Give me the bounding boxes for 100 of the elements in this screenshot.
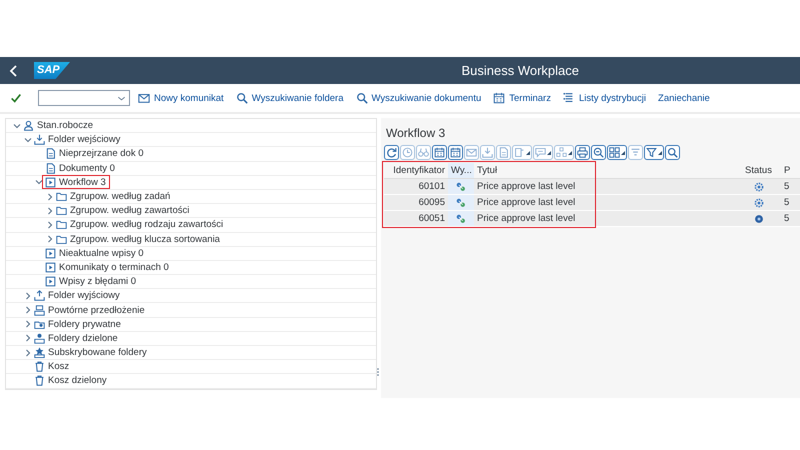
chevron-right-icon[interactable] [23, 333, 33, 344]
table-cell-text: 5 [783, 196, 790, 210]
play-square-icon [45, 248, 56, 259]
table-cell-text: 60051 [418, 212, 446, 226]
search-icon [356, 92, 368, 104]
workflow-icon [456, 182, 466, 192]
toolbar-button[interactable]: Listy dystrybucji [562, 92, 646, 104]
toolbar-button[interactable] [448, 145, 463, 160]
refresh-icon [386, 147, 397, 158]
status-dot-icon [754, 214, 764, 224]
toolbar-button[interactable] [575, 145, 590, 160]
window-title: Business Workplace [461, 63, 579, 78]
tree-item[interactable]: Subskrybowane foldery [48, 347, 147, 358]
command-field[interactable] [38, 90, 130, 106]
search-icon [236, 92, 248, 104]
folder-icon [56, 219, 67, 230]
document-icon [45, 148, 56, 160]
person-box-icon [34, 332, 45, 344]
tree-item[interactable]: Dokumenty 0 [59, 162, 115, 174]
dropdown-triangle-icon [568, 150, 572, 154]
calendar-icon [450, 147, 461, 158]
toolbar-button[interactable] [644, 145, 664, 160]
tree-item[interactable]: Foldery dzielone [48, 332, 118, 344]
toolbar-button[interactable] [432, 145, 447, 160]
tray-down-icon [482, 147, 493, 158]
grid-icon [609, 147, 620, 158]
column-header[interactable]: Tytuł [474, 163, 736, 178]
tree-item[interactable]: Zgrupow. według klucza sortowania [70, 234, 220, 245]
trash-icon [34, 375, 45, 386]
tree-item[interactable]: Nieaktualne wpisy 0 [59, 248, 144, 259]
tree-item[interactable]: Kosz [48, 361, 70, 372]
toolbar-button[interactable] [607, 145, 627, 160]
tree-item[interactable]: Zgrupow. według zadań [70, 191, 170, 202]
person-icon [23, 120, 34, 132]
dropdown-triangle-icon [658, 150, 662, 154]
zoom-icon [593, 147, 604, 158]
stacked-boxes-icon [34, 304, 45, 316]
tree-item[interactable]: Komunikaty o terminach 0 [59, 262, 169, 273]
tree-item[interactable]: Powtórne przedłożenie [48, 304, 145, 316]
tray-up-icon [34, 290, 45, 302]
column-header[interactable]: Wy... [448, 163, 474, 178]
toolbar-button[interactable]: Nowy komunikat [138, 92, 224, 104]
column-header[interactable]: P [781, 163, 800, 178]
column-header[interactable]: Status [736, 163, 781, 178]
splitter-handle[interactable] [377, 368, 379, 376]
folder-icon [56, 234, 67, 245]
tree-item[interactable]: Folder wyjściowy [48, 290, 120, 302]
envelope-icon [466, 147, 477, 158]
sum-icon [630, 147, 641, 158]
chevron-right-icon[interactable] [23, 348, 33, 358]
tree-item[interactable]: Nieprzejrzane dok 0 [59, 148, 144, 160]
toolbar-button[interactable]: Wyszukiwanie foldera [236, 92, 344, 104]
binoculars-icon [418, 147, 429, 158]
envelope-icon [138, 92, 150, 104]
chevron-right-icon[interactable] [45, 206, 55, 216]
toolbar-button[interactable]: Wyszukiwanie dokumentu [356, 92, 482, 104]
table-cell-text: 5 [783, 180, 790, 194]
table-cell-text: Price approve last level [476, 196, 576, 210]
tree-item[interactable]: Workflow 3 [59, 176, 106, 188]
chevron-right-icon[interactable] [23, 290, 33, 301]
star-icon [34, 347, 45, 358]
tree-item[interactable]: Zgrupow. według zawartości [70, 205, 190, 216]
dropdown-triangle-icon [526, 150, 530, 154]
trash-icon [34, 361, 45, 372]
panel-title: Workflow 3 [386, 126, 446, 140]
toolbar-button[interactable] [665, 145, 680, 160]
tray-down-icon [34, 134, 45, 146]
folder-icon [56, 205, 67, 216]
workflow-icon [456, 198, 466, 208]
dropdown-triangle-icon [547, 150, 551, 154]
toolbar-button[interactable] [591, 145, 606, 160]
chevron-right-icon[interactable] [45, 220, 55, 230]
hierarchy-icon [556, 147, 567, 158]
link-button[interactable]: Zaniechanie [658, 92, 710, 104]
toolbar-button[interactable] [384, 145, 399, 160]
play-square-icon [45, 176, 56, 188]
table-cell-text: 60095 [418, 196, 446, 210]
checkmark-icon[interactable] [10, 92, 22, 104]
tree-item[interactable]: Zgrupow. według rodzaju zawartości [70, 219, 224, 230]
folder-icon [56, 191, 67, 202]
chevron-right-icon[interactable] [45, 234, 55, 244]
filter-icon [646, 147, 657, 158]
toolbar-button[interactable]: Terminarz [493, 92, 551, 104]
column-header[interactable]: Identyfikator [384, 163, 448, 178]
list-icon [562, 92, 575, 104]
tree-item[interactable]: Stan.robocze [37, 120, 93, 132]
table-cell-text: Price approve last level [476, 212, 576, 226]
table-cell-text: Price approve last level [476, 180, 576, 194]
folder-icon [34, 318, 45, 330]
tree-item[interactable]: Wpisy z błędami 0 [59, 276, 136, 288]
dropdown-triangle-icon [621, 150, 625, 154]
table-cell-text: 60101 [418, 180, 446, 194]
document-icon [45, 162, 56, 174]
tree-item[interactable]: Kosz dzielony [48, 375, 107, 386]
chevron-right-icon[interactable] [45, 192, 55, 202]
tree-item[interactable]: Folder wejściowy [48, 134, 120, 146]
chevron-right-icon[interactable] [23, 319, 33, 330]
clock-icon [402, 147, 413, 158]
chevron-right-icon[interactable] [23, 305, 33, 316]
tree-item[interactable]: Foldery prywatne [48, 318, 121, 330]
